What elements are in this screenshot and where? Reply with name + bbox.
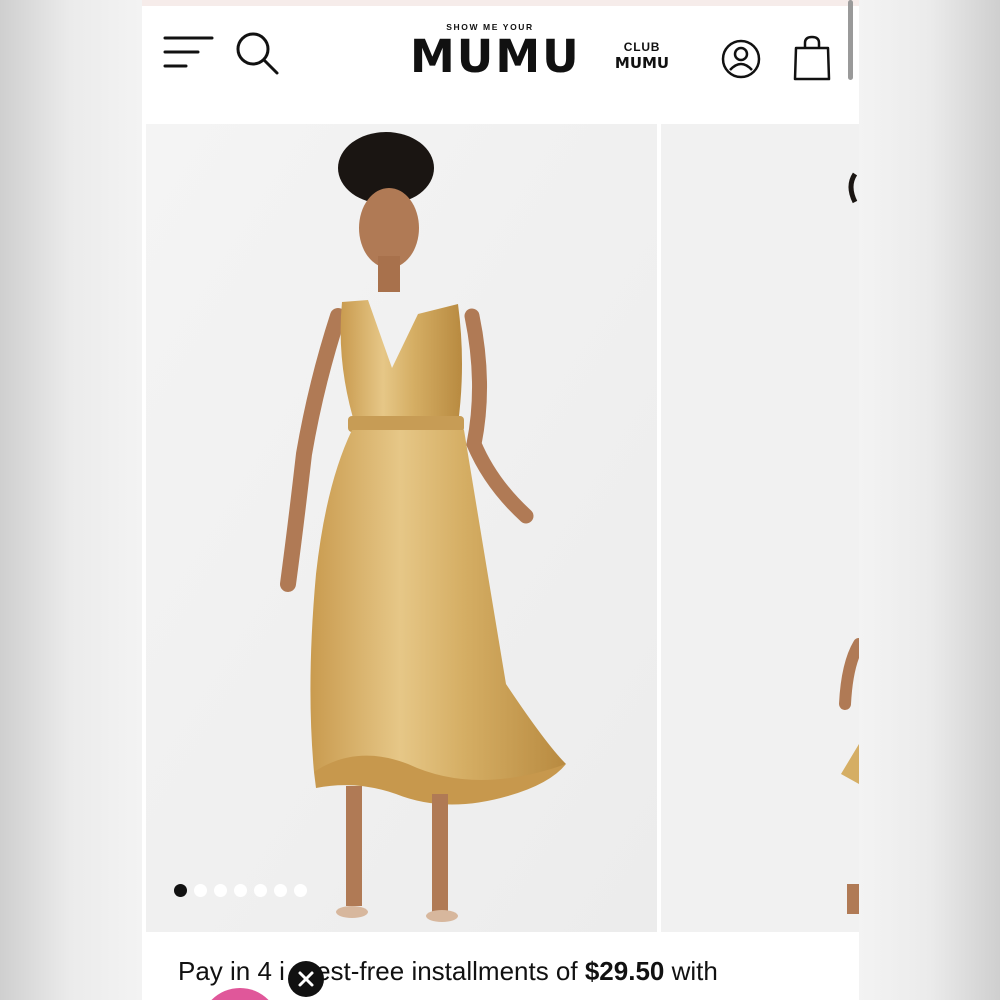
product-photo-next[interactable]	[661, 124, 859, 932]
gallery-pagination[interactable]	[174, 883, 307, 897]
pagination-dot[interactable]	[294, 883, 307, 897]
installments-mid: erest-free installments of	[292, 956, 585, 986]
pagination-dot[interactable]	[234, 883, 247, 897]
installments-prefix: Pay in 4 i	[178, 956, 285, 986]
pagination-dot[interactable]	[174, 883, 187, 897]
pagination-dot[interactable]	[274, 883, 287, 897]
chat-widget-button[interactable]	[200, 988, 280, 1000]
pagination-dot[interactable]	[254, 883, 267, 897]
brand-logo[interactable]: SHOW ME YOUR MUMU	[410, 22, 581, 83]
club-mumu-link[interactable]: CLUB MUMU	[610, 40, 674, 72]
product-image-gallery[interactable]	[142, 124, 859, 932]
menu-icon[interactable]	[162, 32, 214, 72]
installment-amount: $29.50	[584, 956, 665, 986]
club-wordmark: MUMU	[614, 54, 670, 72]
shopping-bag-icon[interactable]	[792, 34, 832, 82]
close-icon[interactable]	[288, 961, 324, 997]
installments-suffix: with	[664, 956, 718, 986]
site-header: SHOW ME YOUR MUMU CLUB MUMU	[142, 6, 859, 124]
club-label: CLUB	[623, 40, 661, 54]
logo-wordmark: MUMU	[410, 30, 581, 83]
product-photo-main[interactable]	[146, 124, 657, 932]
account-icon[interactable]	[720, 38, 762, 80]
search-icon[interactable]	[234, 30, 280, 76]
pagination-dot[interactable]	[194, 883, 207, 897]
mobile-viewport: SHOW ME YOUR MUMU CLUB MUMU Pay in 4 i e…	[142, 0, 859, 1000]
installments-text: Pay in 4 i erest-free installments of $29…	[178, 956, 718, 987]
pagination-dot[interactable]	[214, 883, 227, 897]
